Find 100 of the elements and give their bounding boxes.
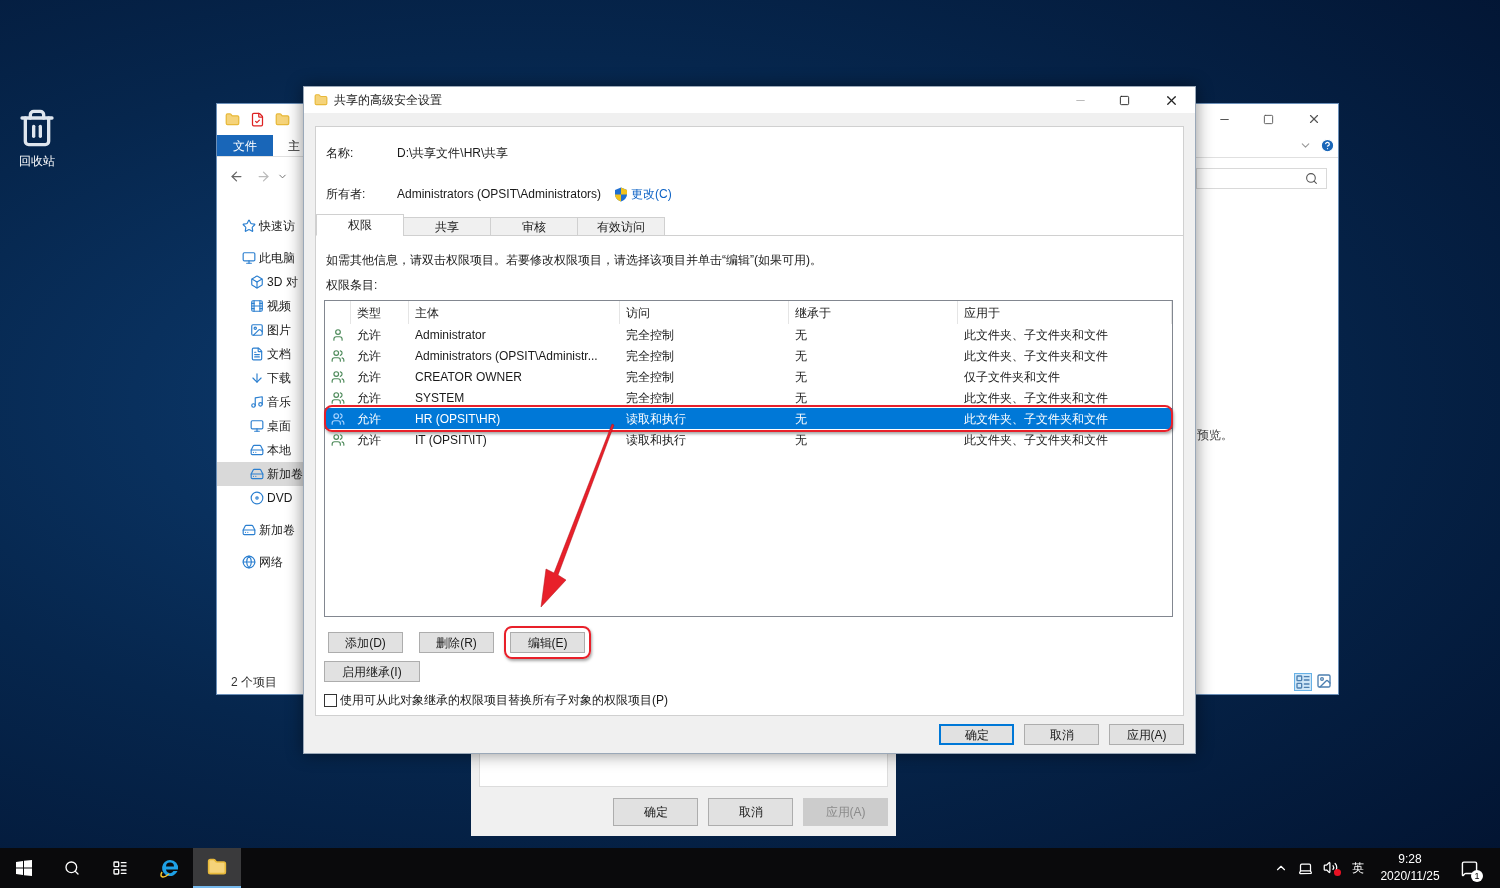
maximize-icon[interactable] bbox=[1119, 94, 1130, 106]
dialog-button[interactable]: 取消 bbox=[708, 798, 793, 826]
table-row[interactable]: 允许 SYSTEM 完全控制 无 此文件夹、子文件夹和文件 bbox=[325, 387, 1172, 408]
nav-icon bbox=[250, 323, 264, 337]
folder-icon bbox=[314, 93, 328, 107]
table-cell: 完全控制 bbox=[626, 348, 674, 363]
large-icons-view-icon[interactable] bbox=[1316, 673, 1332, 689]
tab[interactable]: 权限 bbox=[316, 214, 404, 236]
column-header[interactable]: 主体 bbox=[415, 303, 439, 322]
users-icon bbox=[331, 432, 345, 447]
window-title: 共享的高级安全设置 bbox=[334, 92, 442, 109]
help-icon[interactable] bbox=[1320, 138, 1335, 153]
table-cell: 允许 bbox=[357, 411, 381, 426]
table-cell: 无 bbox=[795, 432, 807, 447]
nav-icon bbox=[242, 219, 256, 233]
table-cell: IT (OPSIT\IT) bbox=[415, 432, 487, 447]
table-cell: 允许 bbox=[357, 327, 381, 342]
table-cell: 此文件夹、子文件夹和文件 bbox=[964, 390, 1108, 405]
table-cell: 完全控制 bbox=[626, 390, 674, 405]
folder-icon bbox=[207, 857, 227, 877]
table-cell: 允许 bbox=[357, 348, 381, 363]
checkbox[interactable] bbox=[324, 693, 337, 707]
field-label: 名称: bbox=[326, 145, 355, 162]
nav-icon bbox=[250, 467, 264, 481]
nav-icon bbox=[250, 299, 264, 313]
muted-volume-icon[interactable] bbox=[1323, 860, 1341, 876]
table-cell: 无 bbox=[795, 411, 807, 426]
taskbar-app-button[interactable] bbox=[193, 848, 241, 888]
ribbon-tab[interactable]: 文件 bbox=[217, 135, 273, 156]
dialog-button[interactable]: 确定 bbox=[939, 724, 1014, 745]
nav-item[interactable]: 视频 bbox=[217, 294, 304, 318]
info-text: 如需其他信息，请双击权限项目。若要修改权限项目，请选择该项目并单击“编辑”(如果可用)。 bbox=[326, 252, 823, 267]
tab[interactable]: 有效访问 bbox=[577, 217, 665, 236]
nav-icon bbox=[250, 443, 264, 457]
nav-item[interactable]: 快速访 bbox=[217, 214, 304, 238]
nav-item[interactable]: 本地 bbox=[217, 438, 304, 462]
nav-item[interactable]: 此电脑 bbox=[217, 246, 304, 270]
search-icon[interactable] bbox=[64, 860, 80, 876]
nav-item[interactable]: 网络 bbox=[217, 550, 304, 574]
table-row[interactable]: 允许 Administrator 完全控制 无 此文件夹、子文件夹和文件 bbox=[325, 324, 1172, 345]
action-button[interactable]: 添加(D) bbox=[328, 632, 403, 653]
dialog-button[interactable]: 应用(A) bbox=[1109, 724, 1184, 745]
nav-icon bbox=[250, 395, 264, 409]
shield-icon bbox=[614, 186, 629, 202]
search-icon bbox=[1305, 172, 1318, 185]
table-row[interactable]: 允许 CREATOR OWNER 完全控制 无 仅子文件夹和文件 bbox=[325, 366, 1172, 387]
nav-item[interactable]: 文档 bbox=[217, 342, 304, 366]
nav-item[interactable]: 新加卷 bbox=[217, 462, 304, 486]
table-cell: CREATOR OWNER bbox=[415, 369, 522, 384]
checkbox-label[interactable]: 使用可从此对象继承的权限项目替换所有子对象的权限项目(P) bbox=[340, 691, 668, 709]
table-row[interactable]: 允许 HR (OPSIT\HR) 读取和执行 无 此文件夹、子文件夹和文件 bbox=[325, 408, 1172, 429]
notification-icon[interactable] bbox=[1461, 859, 1478, 877]
table-row[interactable]: 允许 IT (OPSIT\IT) 读取和执行 无 此文件夹、子文件夹和文件 bbox=[325, 429, 1172, 450]
table-cell: 允许 bbox=[357, 432, 381, 447]
nav-item[interactable]: 音乐 bbox=[217, 390, 304, 414]
table-cell: 读取和执行 bbox=[626, 432, 686, 447]
nav-item[interactable]: 3D 对 bbox=[217, 270, 304, 294]
table-cell: HR (OPSIT\HR) bbox=[415, 411, 501, 426]
nav-item[interactable]: 图片 bbox=[217, 318, 304, 342]
desktop-icon-label[interactable]: 回收站 bbox=[19, 152, 55, 170]
start-icon[interactable] bbox=[16, 860, 32, 876]
table-cell: 完全控制 bbox=[626, 369, 674, 384]
action-button[interactable]: 删除(R) bbox=[419, 632, 494, 653]
table-cell: 仅子文件夹和文件 bbox=[964, 369, 1060, 384]
close-icon[interactable] bbox=[1307, 112, 1321, 126]
column-header[interactable]: 类型 bbox=[357, 303, 381, 322]
input-method-indicator[interactable]: 英 bbox=[1352, 859, 1364, 877]
table-cell: Administrator bbox=[415, 327, 486, 342]
back-icon[interactable] bbox=[229, 168, 244, 184]
nav-item[interactable]: 下载 bbox=[217, 366, 304, 390]
search-field[interactable] bbox=[1196, 168, 1327, 189]
table-cell: 此文件夹、子文件夹和文件 bbox=[964, 327, 1108, 342]
nav-item[interactable]: 新加卷 bbox=[217, 518, 304, 542]
tab[interactable]: 共享 bbox=[403, 217, 491, 236]
dialog-button[interactable]: 确定 bbox=[613, 798, 698, 826]
field-value: D:\共享文件\HR\共享 bbox=[397, 145, 509, 162]
maximize-icon[interactable] bbox=[1263, 113, 1274, 125]
change-owner-link[interactable]: 更改(C) bbox=[631, 185, 672, 203]
ribbon-tab[interactable]: 主 bbox=[273, 135, 300, 156]
tab[interactable]: 审核 bbox=[490, 217, 578, 236]
dialog-button[interactable]: 取消 bbox=[1024, 724, 1099, 745]
action-button[interactable]: 编辑(E) bbox=[510, 632, 585, 653]
table-cell: 允许 bbox=[357, 369, 381, 384]
column-header[interactable]: 应用于 bbox=[964, 303, 1000, 322]
inheritance-button[interactable]: 启用继承(I) bbox=[324, 661, 420, 682]
preview-text: 预览。 bbox=[1197, 427, 1234, 444]
nav-item[interactable]: 桌面 bbox=[217, 414, 304, 438]
clock[interactable]: 9:28 2020/11/25 bbox=[1376, 851, 1444, 885]
column-header[interactable]: 继承于 bbox=[795, 303, 831, 322]
task-view-icon[interactable] bbox=[112, 860, 128, 876]
browser-icon[interactable] bbox=[159, 857, 181, 879]
users-icon bbox=[331, 390, 345, 405]
table-cell: 此文件夹、子文件夹和文件 bbox=[964, 348, 1108, 363]
table-cell: 无 bbox=[795, 369, 807, 384]
nav-item[interactable]: DVD bbox=[217, 486, 304, 510]
nav-icon bbox=[250, 491, 264, 505]
details-view-icon[interactable] bbox=[1294, 673, 1312, 691]
nav-icon bbox=[242, 523, 256, 537]
table-row[interactable]: 允许 Administrators (OPSIT\Administr... 完全控制 无 此文件夹、子文件夹和文件 bbox=[325, 345, 1172, 366]
column-header[interactable]: 访问 bbox=[626, 303, 650, 322]
